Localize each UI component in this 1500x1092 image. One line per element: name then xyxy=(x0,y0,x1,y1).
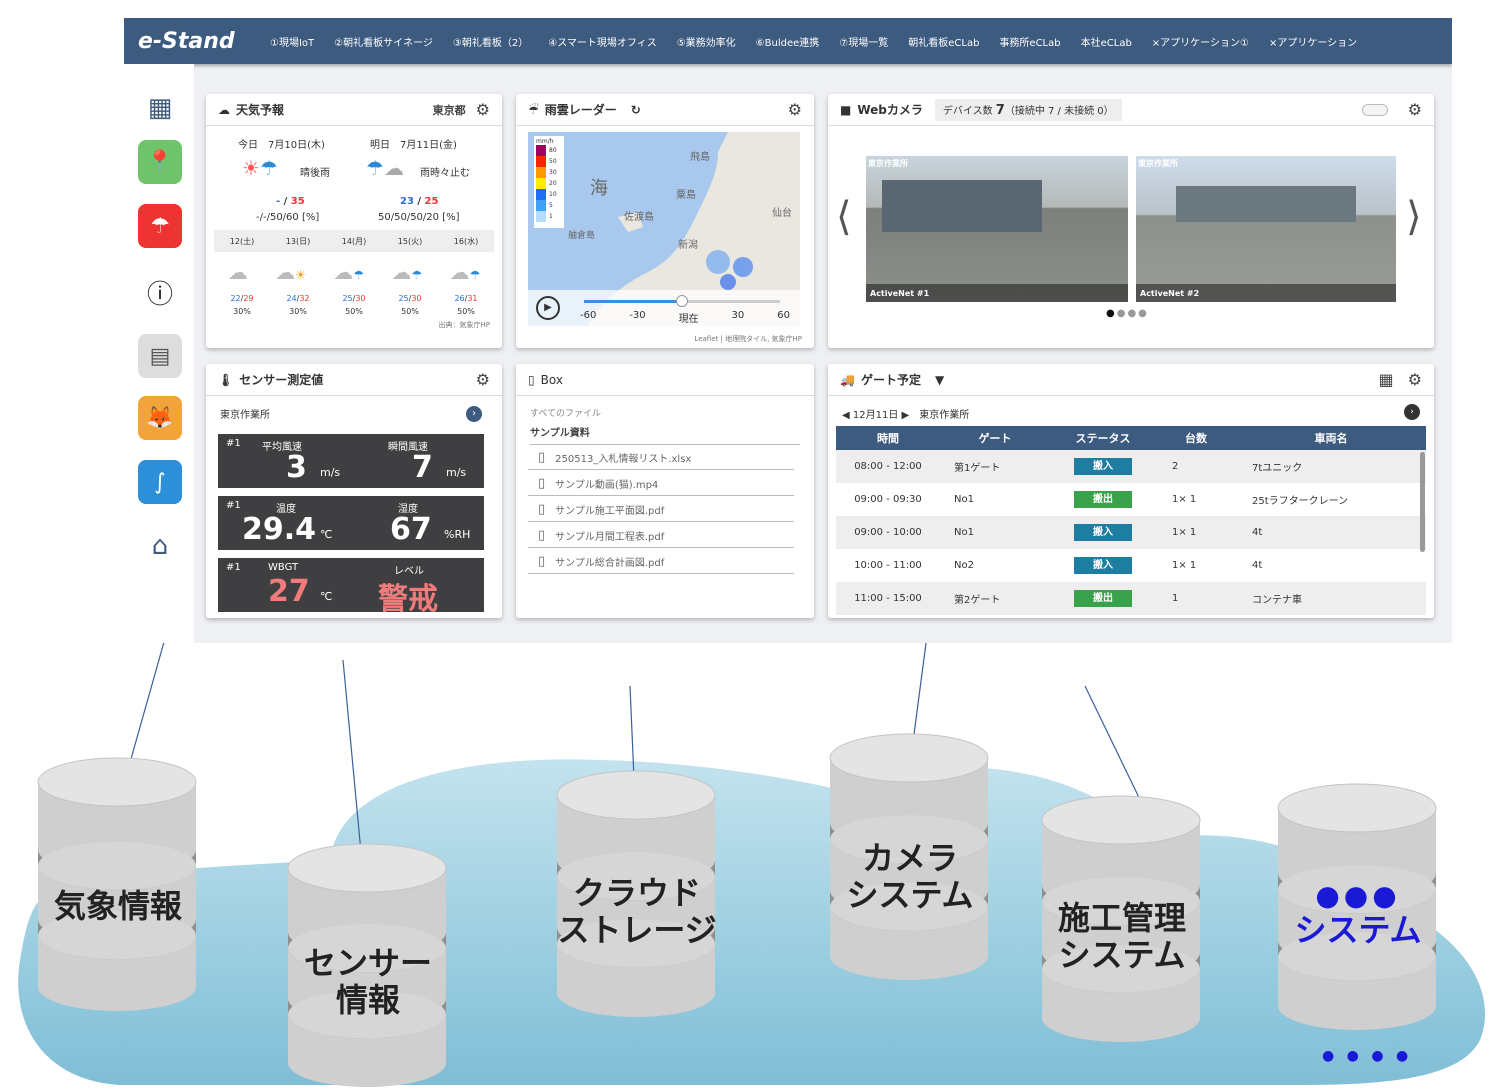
db-label-line: システム xyxy=(846,875,974,914)
db-label-line: システム xyxy=(1058,935,1186,974)
db-weather-cylinder xyxy=(37,757,197,1011)
db-label-line: クラウド xyxy=(572,874,701,912)
db-label-sensor: センサー 情報 xyxy=(288,945,448,1019)
db-label-other: ●●● システム xyxy=(1278,879,1438,950)
db-label-line: センサー xyxy=(303,944,432,982)
database-cylinders xyxy=(37,733,1437,1087)
db-label-line: ●●● xyxy=(1315,879,1401,912)
db-label-line: カメラ xyxy=(861,839,958,877)
db-label-line: ストレージ xyxy=(557,910,717,949)
more-dots: ● ● ● ● xyxy=(1322,1048,1413,1064)
db-label-camera: カメラ システム xyxy=(830,840,990,914)
db-label-line: 気象情報 xyxy=(53,887,182,925)
db-label-cloud: クラウド ストレージ xyxy=(557,875,717,949)
db-label-construction: 施工管理 システム xyxy=(1042,900,1202,974)
db-label-line: 情報 xyxy=(335,980,400,1019)
db-label-line: システム xyxy=(1294,911,1422,950)
db-label-weather: 気象情報 xyxy=(38,888,198,925)
db-label-line: 施工管理 xyxy=(1057,899,1186,937)
